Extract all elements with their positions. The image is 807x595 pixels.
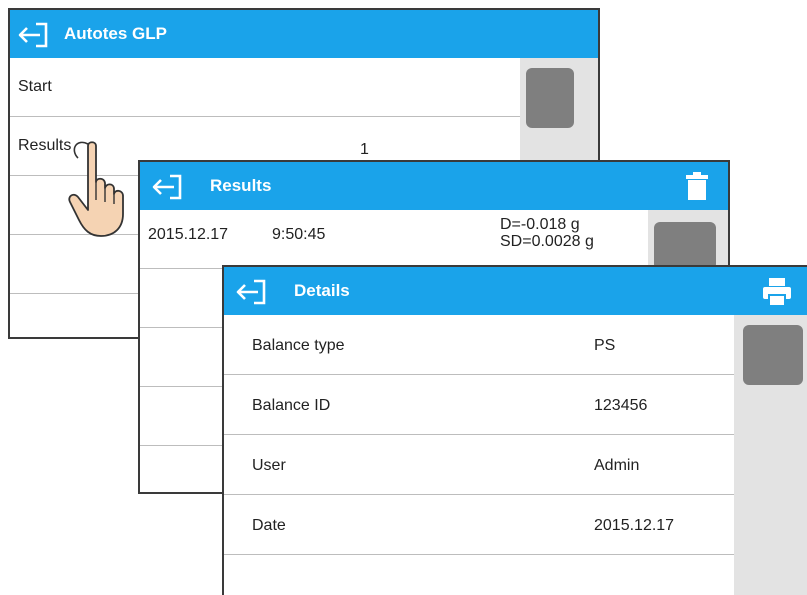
- scrollbar-thumb[interactable]: [654, 222, 716, 270]
- details-titlebar: Details: [224, 267, 807, 315]
- details-title: Details: [294, 281, 350, 300]
- result-deviation: D=-0.018 g: [500, 216, 580, 233]
- detail-value: 123456: [594, 397, 648, 414]
- results-titlebar: Results: [140, 162, 728, 210]
- printer-icon[interactable]: [762, 277, 792, 307]
- details-window: Details Balance type PS Balance ID 12345…: [222, 265, 807, 595]
- trash-icon[interactable]: [686, 172, 708, 200]
- result-date: 2015.12.17: [148, 226, 229, 243]
- autotest-titlebar: Autotes GLP: [10, 10, 598, 58]
- details-list: Balance type PS Balance ID 123456 User A…: [224, 315, 736, 555]
- detail-label: Balance type: [252, 337, 345, 354]
- menu-item-label: Start: [18, 78, 52, 95]
- detail-value: PS: [594, 337, 616, 354]
- results-title: Results: [210, 176, 272, 195]
- results-count: 1: [360, 141, 369, 158]
- detail-label: User: [252, 457, 286, 474]
- detail-value: 2015.12.17: [594, 517, 675, 534]
- detail-row-balance-id: Balance ID 123456: [224, 375, 736, 435]
- detail-value: Admin: [594, 457, 640, 474]
- autotest-title: Autotes GLP: [64, 24, 167, 43]
- pointing-hand-icon: [68, 141, 124, 237]
- back-arrow-icon[interactable]: [234, 278, 270, 306]
- detail-row-user: User Admin: [224, 435, 736, 495]
- menu-item-start[interactable]: Start: [10, 58, 522, 117]
- detail-label: Balance ID: [252, 397, 331, 414]
- detail-row-date: Date 2015.12.17: [224, 495, 736, 555]
- scrollbar-thumb[interactable]: [743, 325, 803, 385]
- menu-item-label: Results: [18, 137, 72, 154]
- result-std-deviation: SD=0.0028 g: [500, 233, 594, 250]
- detail-row-balance-type: Balance type PS: [224, 315, 736, 375]
- scrollbar-thumb[interactable]: [526, 68, 574, 128]
- result-entry[interactable]: 2015.12.17 9:50:45 D=-0.018 g SD=0.0028 …: [140, 210, 650, 269]
- scrollbar[interactable]: [734, 315, 807, 595]
- back-arrow-icon[interactable]: [16, 21, 52, 49]
- back-arrow-icon[interactable]: [150, 173, 186, 201]
- detail-label: Date: [252, 517, 286, 534]
- result-time: 9:50:45: [272, 226, 326, 243]
